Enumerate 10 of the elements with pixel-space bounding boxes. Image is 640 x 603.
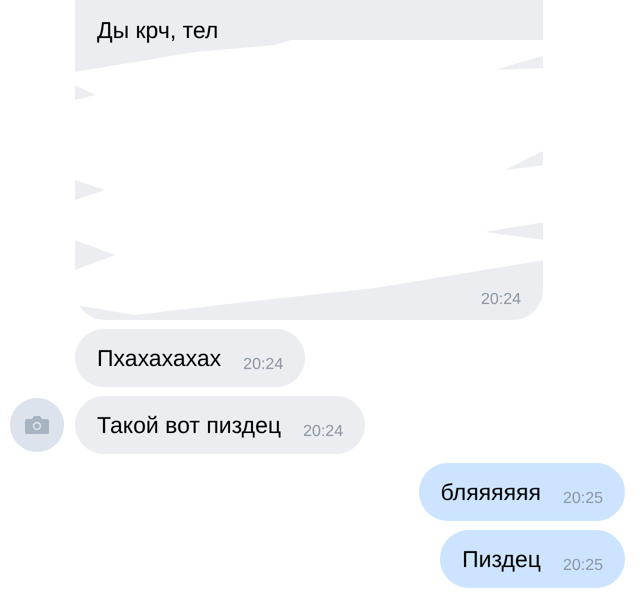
message-text: Пиздец — [462, 545, 541, 574]
message-text: Такой вот пиздец — [97, 411, 282, 440]
message-time: 20:25 — [562, 489, 603, 509]
message-time: 20:25 — [562, 556, 603, 576]
message-text: бляяяяяя — [440, 478, 541, 507]
message-text: Пхахахахах — [97, 344, 222, 373]
message-time: 20:24 — [303, 422, 344, 442]
message-text: Ды крч, тел — [97, 16, 220, 45]
message-time: 20:24 — [480, 290, 521, 310]
message-time: 20:24 — [243, 355, 284, 375]
